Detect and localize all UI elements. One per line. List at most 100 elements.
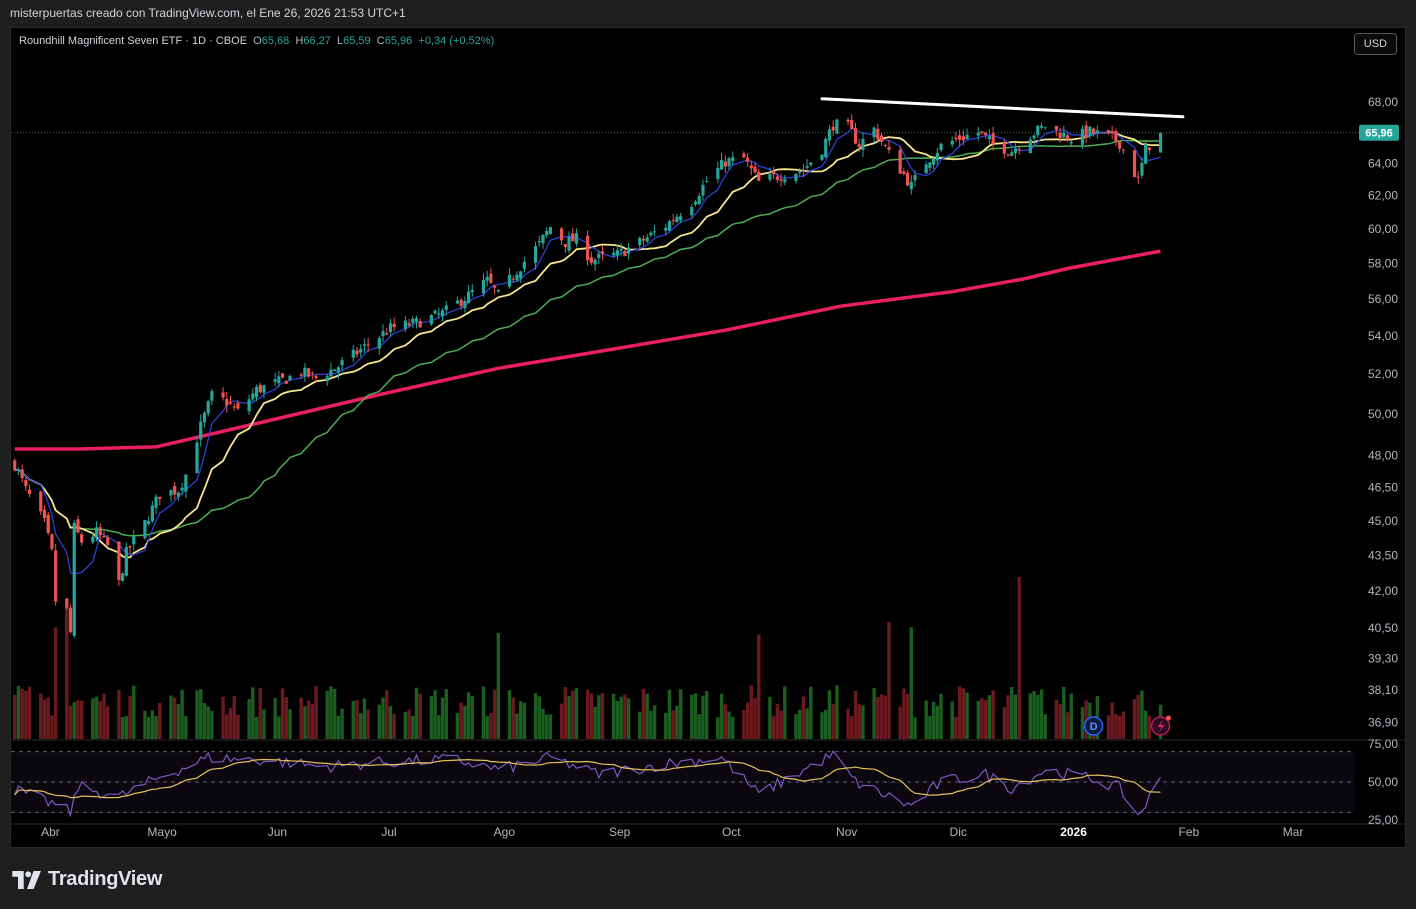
candle-body — [846, 119, 850, 122]
candle — [169, 489, 173, 502]
volume-bar — [950, 701, 954, 739]
volume-bar — [310, 703, 315, 739]
candle — [772, 166, 776, 179]
volume-bar — [1117, 715, 1122, 739]
candle-body — [39, 491, 43, 512]
chart-panel[interactable]: Abr Mayo Jun Jul Ago Sep Oct Nov Dic 2026 Feb Mar 68… — [10, 27, 1406, 848]
candle-body — [831, 126, 835, 131]
price-axis-label: 62,00 — [1368, 189, 1398, 203]
candle-body — [1095, 130, 1099, 133]
volume-bar — [388, 705, 393, 739]
volume-bar — [902, 688, 906, 739]
candle — [463, 296, 467, 313]
volume-bar — [254, 716, 259, 739]
candle — [455, 296, 460, 305]
candle — [210, 388, 214, 406]
candle-body — [645, 237, 649, 242]
price-axis-label: 45,00 — [1368, 514, 1398, 528]
candle-body — [28, 489, 32, 494]
volume-bar — [273, 697, 277, 739]
candle-body — [675, 216, 679, 223]
volume-bar — [768, 696, 772, 739]
candle-body — [173, 486, 177, 495]
candle — [701, 179, 705, 202]
volume-bar — [91, 698, 95, 739]
low-value: 65,59 — [343, 35, 371, 47]
candle-body — [13, 460, 17, 470]
volume-bar — [329, 686, 333, 739]
candle-body — [158, 496, 162, 499]
candle — [1084, 120, 1088, 144]
volume-bar — [571, 690, 575, 739]
candle-body — [440, 310, 445, 317]
candle-body — [679, 216, 683, 221]
candle-body — [1121, 149, 1125, 151]
candle-body — [563, 244, 567, 248]
candle — [898, 146, 902, 174]
symbol-name[interactable]: Roundhill Magnificent Seven ETF · 1D · C… — [19, 35, 247, 47]
volume-bar — [440, 697, 445, 739]
candle-body — [254, 386, 259, 398]
volume-bar — [939, 694, 943, 739]
candle-body — [652, 231, 657, 233]
candle-body — [753, 166, 757, 173]
candle — [42, 505, 47, 523]
candle — [388, 318, 393, 338]
volume-bar — [515, 713, 519, 739]
candle — [273, 372, 277, 387]
candle-body — [24, 480, 28, 486]
volume-bar — [559, 703, 564, 739]
volume-bar — [991, 690, 995, 739]
candle-body — [905, 172, 910, 186]
volume-bar — [314, 686, 318, 739]
volume-bar — [954, 716, 958, 739]
volume-bar — [675, 705, 679, 739]
candle-body — [418, 321, 422, 328]
candle-body — [772, 170, 776, 175]
candle-body — [1132, 150, 1137, 178]
candle — [589, 251, 593, 266]
candle — [173, 482, 177, 500]
volume-bar — [184, 716, 188, 739]
volume-bar — [1017, 577, 1021, 739]
candle-body — [455, 300, 460, 304]
candle-body — [329, 369, 333, 377]
volume-bar — [794, 714, 798, 739]
candle — [1118, 141, 1122, 153]
volume-bar — [437, 715, 441, 739]
candle — [466, 285, 471, 304]
volume-bar — [124, 716, 129, 739]
volume-bar — [65, 598, 69, 739]
volume-bars — [13, 577, 1163, 739]
candle — [176, 491, 181, 501]
volume-bar — [1028, 693, 1033, 739]
candle — [158, 496, 162, 506]
candle-body — [362, 344, 367, 346]
volume-bar — [757, 634, 761, 739]
candle — [493, 284, 497, 295]
currency-button[interactable]: USD — [1353, 33, 1397, 55]
candle — [586, 230, 590, 266]
volume-bar — [377, 704, 382, 739]
candle — [24, 477, 28, 491]
volume-bar — [846, 708, 850, 739]
candle — [731, 151, 735, 166]
volume-bar — [117, 689, 121, 739]
volume-bar — [965, 692, 969, 739]
candle-body — [46, 514, 50, 533]
candle-body — [861, 138, 865, 150]
chart-svg[interactable]: Abr Mayo Jun Jul Ago Sep Oct Nov Dic 2026 Feb Mar 68… — [11, 28, 1405, 847]
candle-body — [548, 227, 553, 235]
candle — [1039, 122, 1044, 130]
candle-body — [377, 338, 381, 349]
dividend-marker-label: D — [1090, 721, 1098, 733]
tradingview-logo[interactable]: TradingView — [12, 868, 162, 891]
volume-bar — [284, 697, 288, 739]
candle-body — [835, 119, 839, 134]
volume-bar — [1043, 714, 1047, 739]
candle-body — [496, 289, 500, 292]
candle — [991, 126, 995, 151]
candle-body — [731, 157, 735, 161]
volume-bar — [704, 691, 709, 739]
candles — [13, 114, 1163, 639]
